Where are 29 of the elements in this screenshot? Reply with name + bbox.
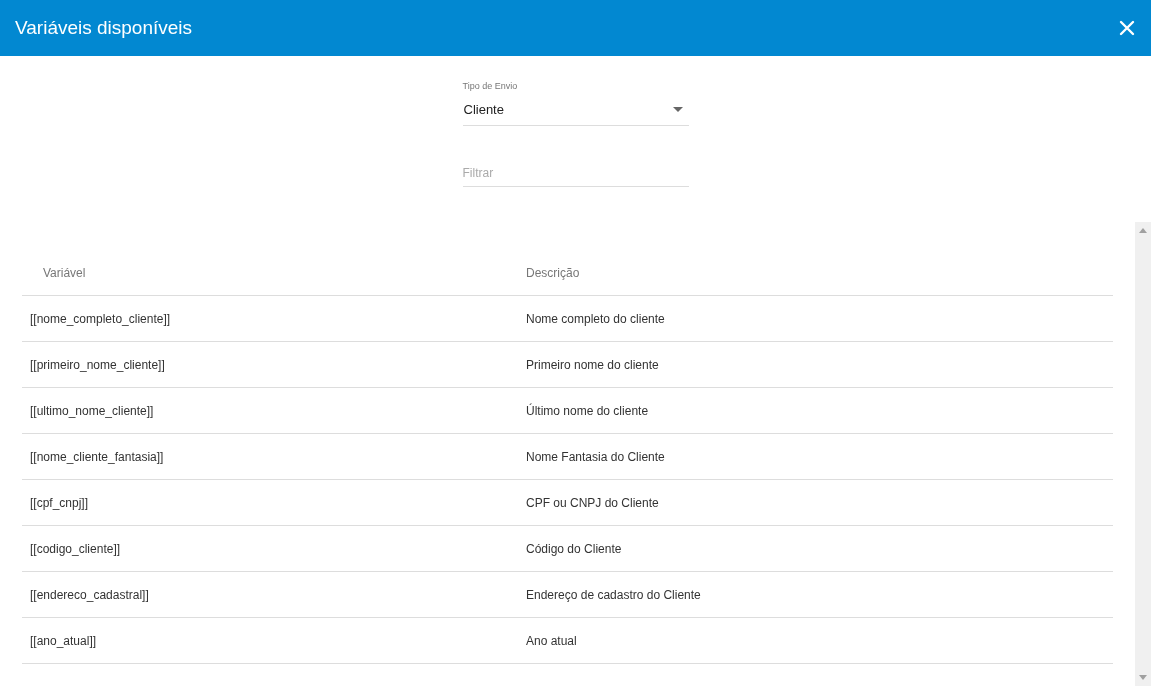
dropdown-caret-icon <box>672 106 683 112</box>
table-cell-text: [[cpf_cnpj]] <box>29 494 90 512</box>
table-cell-text: Código do Cliente <box>526 540 623 558</box>
table-cell-text: [[ano_atual]] <box>29 632 98 650</box>
column-header: Descrição <box>526 264 581 282</box>
table-cell-text: Endereço de cadastro do Cliente <box>526 586 702 604</box>
column-header: Variável <box>42 264 87 282</box>
table-cell-text: CPF ou CNPJ do Cliente <box>526 494 660 512</box>
table-cell-text: [[primeiro_nome_cliente]] <box>29 356 166 374</box>
select-value: Cliente <box>463 100 504 119</box>
table-cell-text: [[nome_cliente_fantasia]] <box>29 448 165 466</box>
close-icon <box>1119 20 1135 36</box>
table-cell-text: Último nome do cliente <box>526 402 650 420</box>
table-cell-text: Nome Fantasia do Cliente <box>526 448 666 466</box>
table-cell-text: [[ultimo_nome_cliente]] <box>29 402 155 420</box>
close-button[interactable] <box>1117 18 1137 38</box>
scroll-down-arrow-icon[interactable] <box>1139 675 1147 680</box>
table-cell-text: Nome completo do cliente <box>526 310 666 328</box>
scrollbar[interactable] <box>1135 222 1151 686</box>
select-label: Tipo de Envio <box>462 80 519 93</box>
dialog-title: Variáveis disponíveis <box>15 15 193 40</box>
table-cell-text: Ano atual <box>526 632 578 650</box>
table-cell-text: [[endereco_cadastral]] <box>29 586 150 604</box>
table-cell-text: [[codigo_cliente]] <box>29 540 122 558</box>
filter-field[interactable]: Filtrar <box>462 164 689 187</box>
scroll-up-arrow-icon[interactable] <box>1139 228 1147 233</box>
send-type-select[interactable]: Tipo de Envio Cliente <box>462 80 689 126</box>
table-cell-text: [[nome_completo_cliente]] <box>29 310 172 328</box>
table-cell-text: Primeiro nome do cliente <box>526 356 660 374</box>
